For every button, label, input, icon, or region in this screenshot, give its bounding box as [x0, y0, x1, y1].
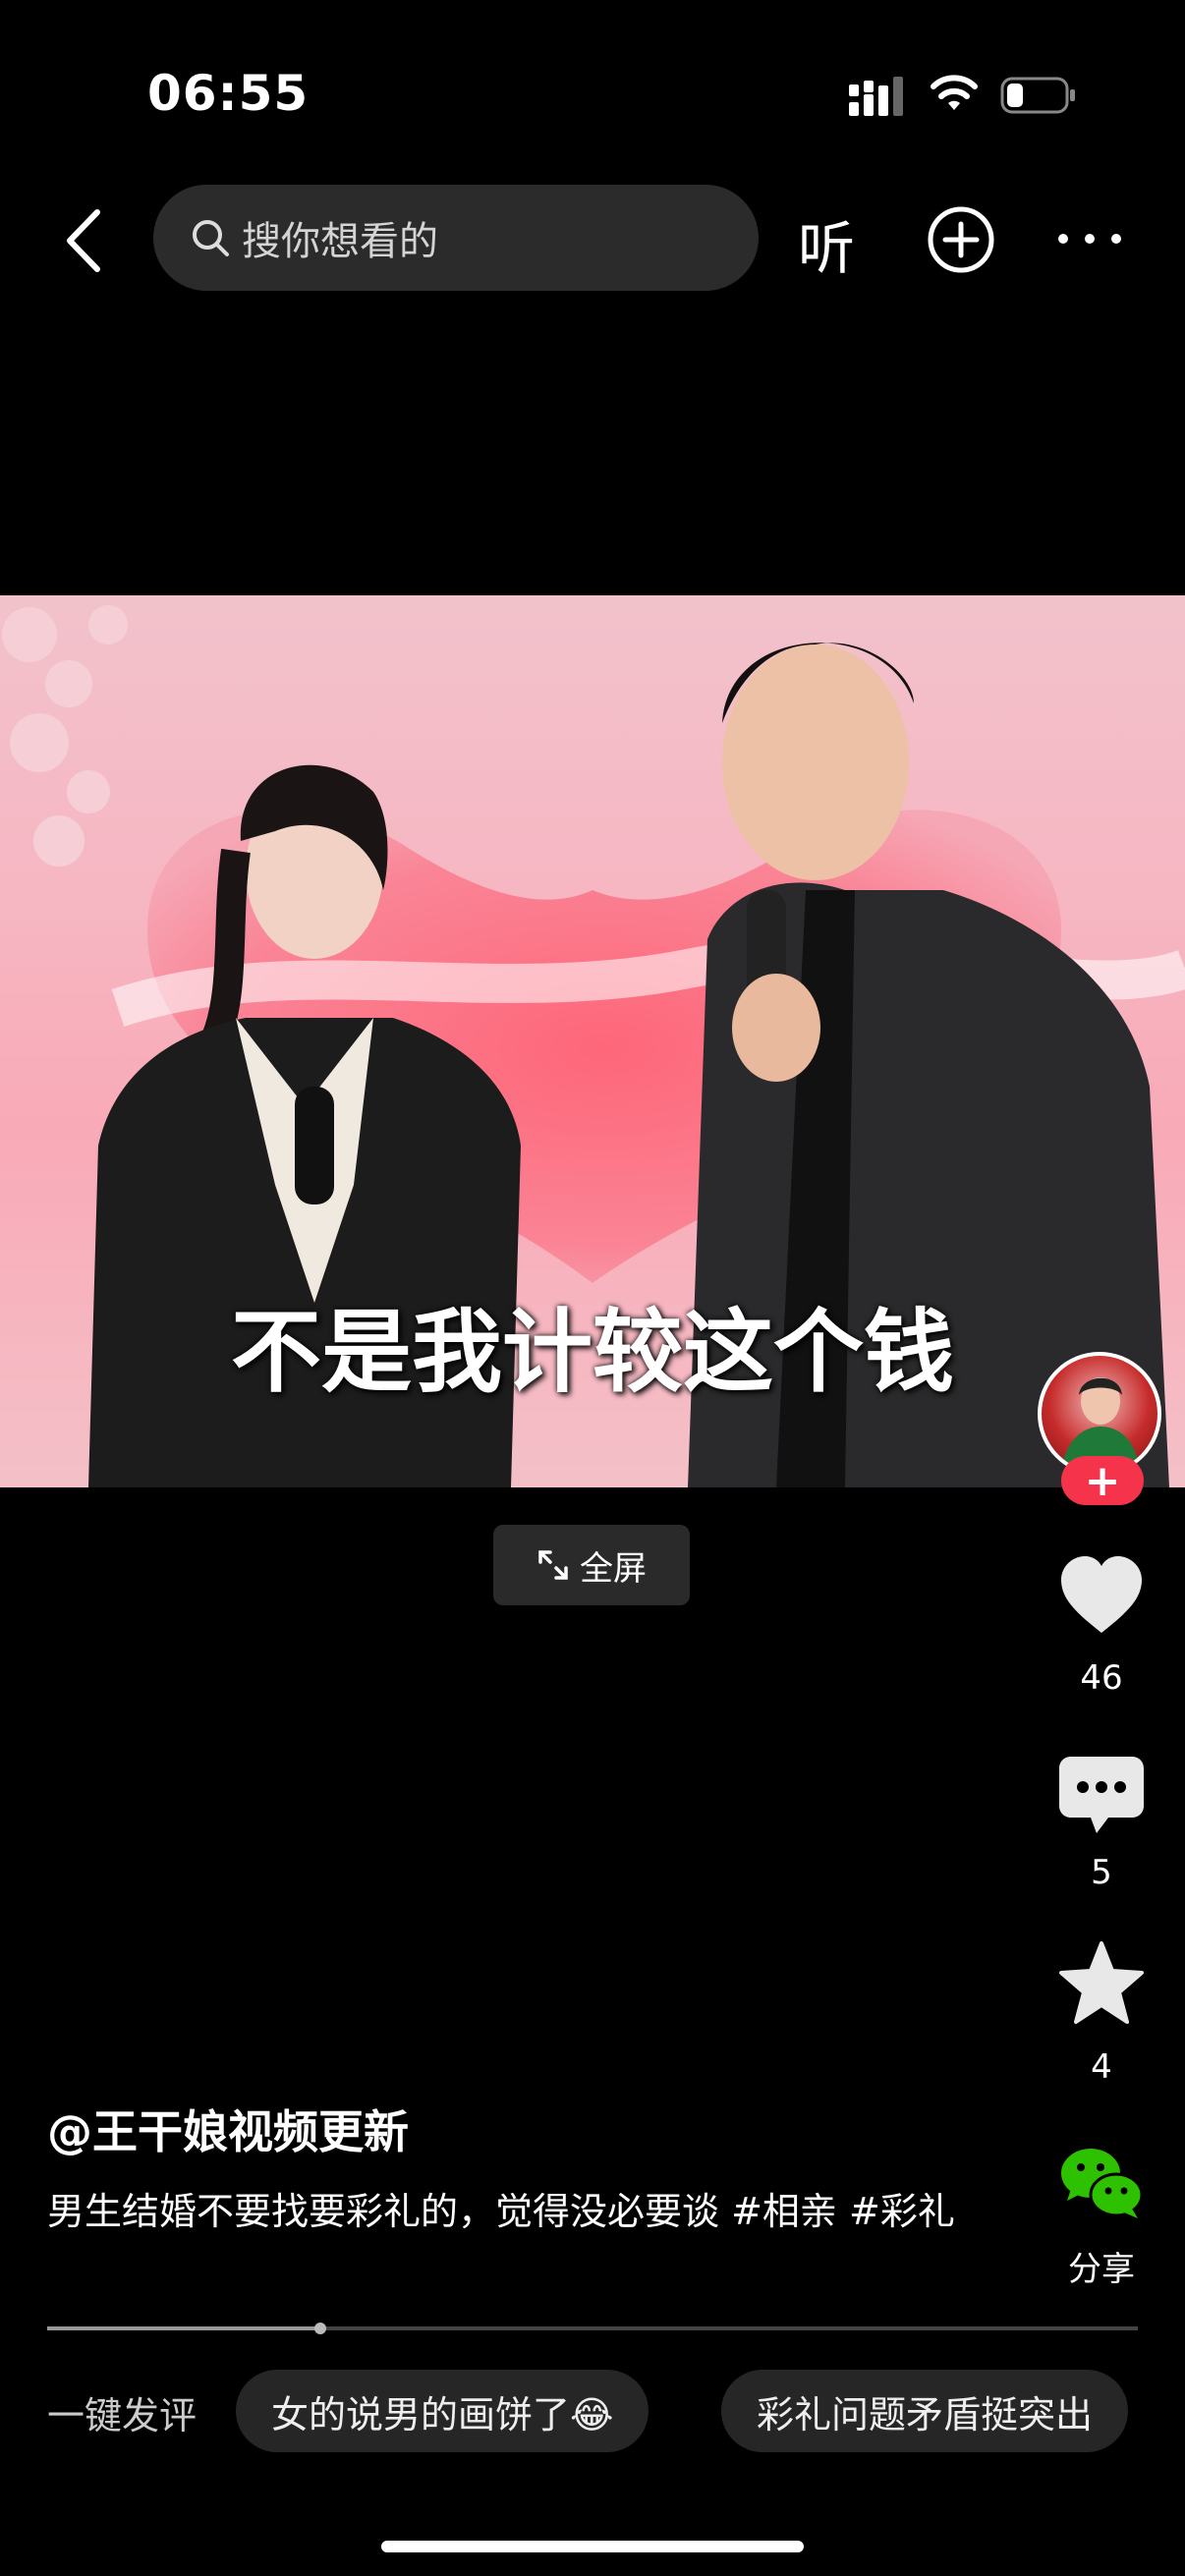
video-description: 男生结婚不要找要彩礼的，觉得没必要谈 #相亲 #彩礼	[47, 2190, 955, 2233]
like-heart-icon[interactable]	[1057, 1552, 1146, 1641]
cellular-signal-icon	[849, 77, 903, 116]
search-placeholder: 搜你想看的	[242, 219, 438, 264]
status-time: 06:55	[147, 65, 310, 122]
like-count: 46	[1080, 1658, 1123, 1698]
home-indicator	[381, 2541, 804, 2552]
author-name[interactable]: @王干娘视频更新	[47, 2097, 409, 2161]
quick-comment-chip[interactable]: 女的说男的画饼了😂	[236, 2370, 649, 2452]
blossom-decoration	[2, 605, 128, 867]
favorite-count: 4	[1091, 2047, 1112, 2087]
battery-icon	[1000, 77, 1075, 114]
video-player[interactable]: 不是我计较这个钱	[0, 595, 1185, 1487]
wechat-share-icon[interactable]	[1057, 2140, 1146, 2228]
progress-knob[interactable]	[313, 2323, 326, 2334]
more-options-icon[interactable]	[1055, 221, 1124, 256]
chevron-left-icon	[67, 209, 100, 272]
favorite-star-icon[interactable]	[1057, 1939, 1146, 2028]
quick-comment-label: 一键发评	[47, 2394, 198, 2437]
search-icon	[193, 220, 229, 256]
quick-comment-chip[interactable]: 彩礼问题矛盾挺突出	[721, 2370, 1129, 2452]
video-progress-bar[interactable]	[47, 2323, 1138, 2334]
listen-button[interactable]: 听	[798, 202, 855, 285]
back-button[interactable]	[49, 196, 118, 285]
video-subtitle: 不是我计较这个钱	[230, 1300, 954, 1405]
follow-button[interactable]: +	[1061, 1456, 1144, 1506]
comment-icon[interactable]	[1057, 1751, 1146, 1839]
fullscreen-button[interactable]: 全屏	[493, 1525, 690, 1605]
add-circle-icon[interactable]	[926, 204, 996, 275]
wifi-icon	[931, 75, 978, 110]
search-bar[interactable]: 搜你想看的	[153, 185, 759, 291]
expand-icon	[538, 1550, 568, 1580]
comment-count: 5	[1091, 1853, 1112, 1892]
fullscreen-label: 全屏	[580, 1548, 647, 1589]
progress-fill	[47, 2326, 320, 2330]
avatar-image	[1061, 1377, 1140, 1472]
share-label: 分享	[1068, 2250, 1135, 2289]
